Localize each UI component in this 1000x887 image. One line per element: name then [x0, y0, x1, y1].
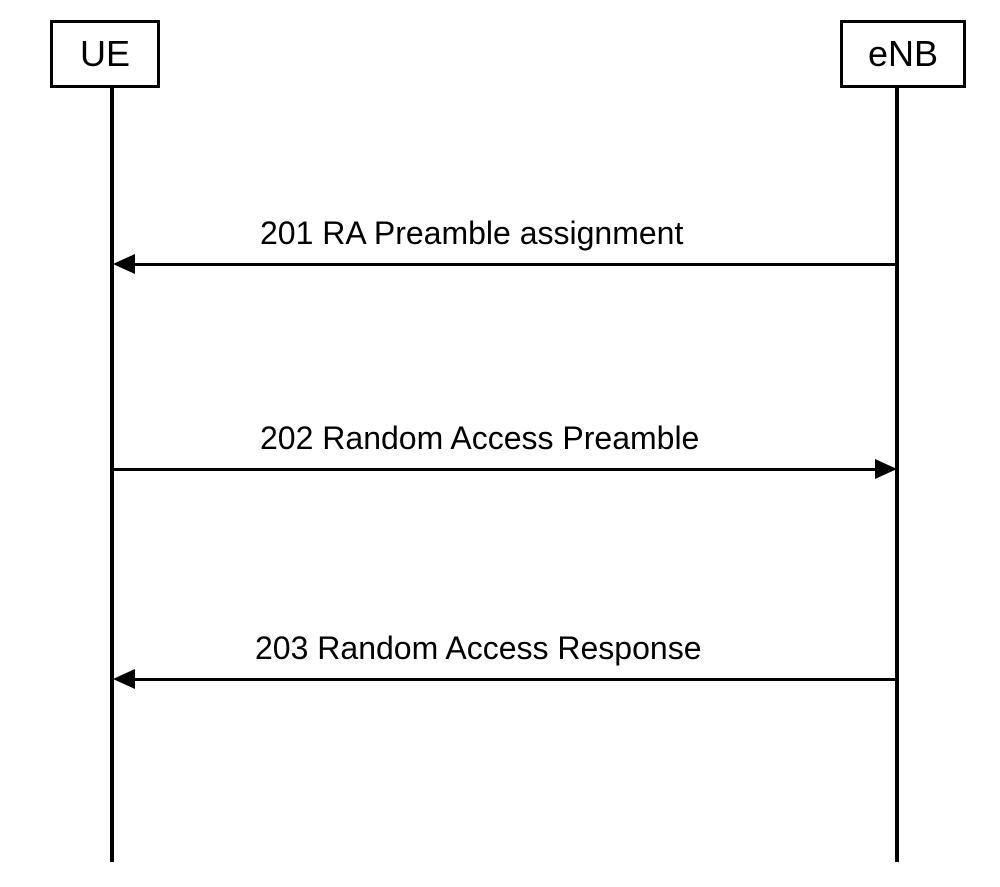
message-label-2: 202 Random Access Preamble [260, 420, 699, 457]
message-arrow-3 [120, 678, 898, 681]
arrow-head-1 [113, 254, 135, 274]
message-label-1: 201 RA Preamble assignment [260, 215, 683, 252]
message-arrow-1 [120, 263, 898, 266]
actor-box-enb: eNB [840, 20, 966, 88]
actor-box-ue: UE [50, 20, 160, 88]
message-label-3: 203 Random Access Response [255, 630, 701, 667]
lifeline-ue [110, 87, 114, 862]
actor-label-ue: UE [80, 33, 130, 74]
message-arrow-2 [114, 468, 892, 471]
arrow-head-3 [113, 669, 135, 689]
actor-label-enb: eNB [868, 33, 938, 74]
arrow-head-2 [875, 459, 897, 479]
